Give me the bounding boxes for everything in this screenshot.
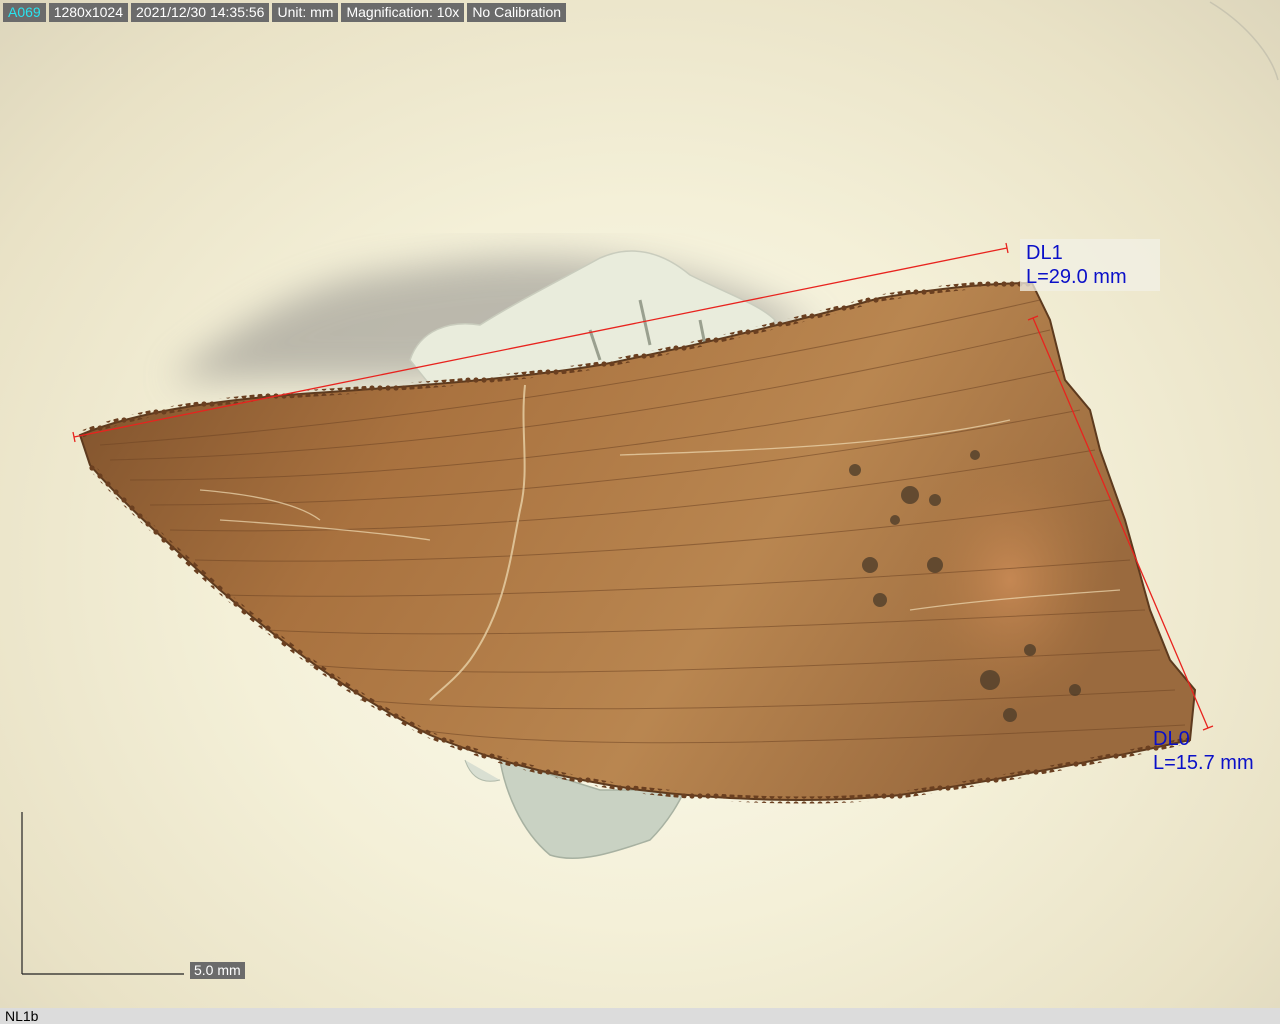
measurement-label-dl1[interactable]: DL1 L=29.0 mm	[1020, 239, 1160, 291]
scale-bar-label: 5.0 mm	[190, 962, 245, 979]
measurement-length: L=15.7 mm	[1153, 752, 1254, 774]
scale-bar	[21, 812, 184, 975]
datetime-label: 2021/12/30 14:35:56	[131, 3, 270, 22]
tooth-root-patch	[900, 440, 1120, 720]
measurement-label-dl0[interactable]: DL0 L=15.7 mm	[1147, 725, 1260, 777]
unit-label: Unit: mm	[272, 3, 339, 22]
image-id-label: A069	[3, 3, 46, 22]
microscope-image-viewport[interactable]: A069 1280x1024 2021/12/30 14:35:56 Unit:…	[0, 0, 1280, 1024]
specimen-image	[21, 1, 1279, 975]
status-bar: A069 1280x1024 2021/12/30 14:35:56 Unit:…	[3, 3, 567, 22]
resolution-label: 1280x1024	[48, 3, 128, 22]
measurement-name: DL1	[1026, 242, 1063, 264]
magnification-label: Magnification: 10x	[341, 3, 465, 22]
calibration-label: No Calibration	[467, 3, 567, 22]
sample-strip: NL1b	[0, 1008, 1280, 1024]
measurement-name: DL0	[1153, 728, 1190, 750]
sample-name: NL1b	[5, 1008, 39, 1024]
lens-reflection	[1209, 1, 1279, 81]
measurement-length: L=29.0 mm	[1026, 266, 1127, 288]
